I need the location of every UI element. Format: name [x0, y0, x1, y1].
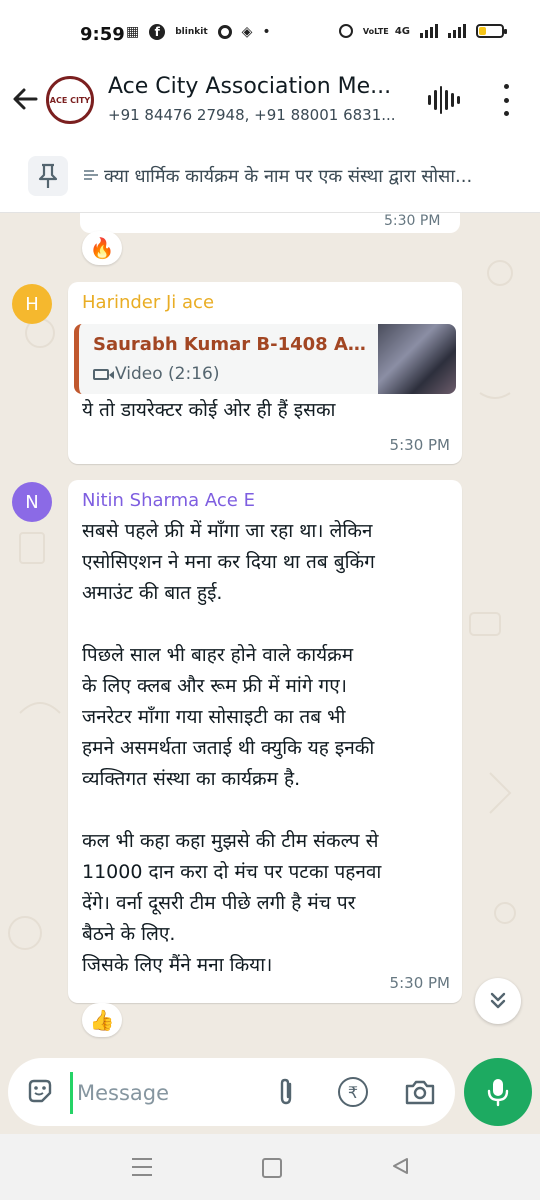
message-bubble[interactable]: Harinder Ji ace Saurabh Kumar B-1408 Agr…	[68, 282, 462, 464]
grid-app-icon: ▦	[126, 24, 140, 40]
payment-rupee-icon[interactable]: ₹	[338, 1077, 368, 1107]
group-avatar[interactable]: ACE CITY	[46, 76, 94, 124]
group-name[interactable]: Ace City Association Me...	[108, 74, 408, 99]
system-nav-bar	[0, 1134, 540, 1200]
quoted-media-type: Video (2:16)	[93, 364, 219, 384]
battery-icon	[476, 24, 507, 38]
notification-icons: ▦ f blinkit ◈ •	[126, 24, 271, 40]
ticket-icon: ◈	[241, 24, 253, 40]
reaction-thumbs-up[interactable]: 👍	[82, 1003, 122, 1037]
attach-icon[interactable]	[272, 1076, 300, 1108]
facebook-icon: f	[149, 24, 166, 40]
pinned-text[interactable]: क्या धार्मिक कार्यक्रम के नाम पर एक संस्…	[104, 164, 524, 188]
pinned-message-bar[interactable]: क्या धार्मिक कार्यक्रम के नाम पर एक संस्…	[0, 140, 540, 213]
more-options-icon[interactable]	[496, 84, 516, 116]
quoted-media-label: Video (2:16)	[115, 364, 220, 384]
message-time: 5:30 PM	[389, 974, 450, 992]
back-icon[interactable]	[390, 1156, 410, 1176]
voice-chat-icon[interactable]	[428, 86, 460, 114]
system-icons: VoLTE 4G	[338, 24, 507, 38]
text-lines-icon	[84, 170, 98, 182]
quoted-author: Saurabh Kumar B-1408 Agr...	[93, 334, 373, 355]
quoted-message[interactable]: Saurabh Kumar B-1408 Agr... Video (2:16)	[74, 324, 456, 394]
message-time: 5:30 PM	[389, 436, 450, 454]
chat-header: ACE CITY Ace City Association Me... +91 …	[0, 70, 540, 141]
signal-icon-2	[448, 24, 466, 38]
sender-avatar[interactable]: H	[12, 284, 52, 324]
sender-name[interactable]: Nitin Sharma Ace E	[82, 490, 255, 511]
back-arrow-icon[interactable]	[10, 84, 40, 121]
message-composer: ₹	[8, 1058, 455, 1126]
voice-record-button[interactable]	[464, 1058, 532, 1126]
chat-area[interactable]: 5:30 PM 🔥 H Harinder Ji ace Saurabh Kuma…	[0, 213, 540, 1055]
home-icon[interactable]	[262, 1158, 282, 1178]
camera-icon[interactable]	[404, 1078, 436, 1106]
message-text: ये तो डायरेक्टर कोई ओर ही हैं इसका	[82, 399, 336, 421]
status-time: 9:59	[80, 24, 125, 45]
network-label: 4G	[394, 25, 410, 37]
message-time: 5:30 PM	[384, 213, 441, 229]
sender-name[interactable]: Harinder Ji ace	[82, 292, 214, 313]
sticker-emoji-icon[interactable]	[26, 1077, 54, 1105]
dot-icon: •	[262, 24, 271, 40]
message-bubble[interactable]: Nitin Sharma Ace E सबसे पहले फ्री में मा…	[68, 480, 462, 1003]
group-members[interactable]: +91 84476 27948, +91 88001 6831...	[108, 106, 408, 124]
signal-icon	[420, 24, 438, 38]
alarm-icon	[338, 24, 353, 38]
battery-level	[479, 27, 487, 35]
status-bar: 9:59 ▦ f blinkit ◈ • VoLTE 4G	[0, 0, 540, 70]
reaction-fire[interactable]: 🔥	[82, 231, 122, 265]
blinkit-icon: blinkit	[175, 27, 208, 37]
message-text: सबसे पहले फ्री में माँगा जा रहा था। लेकि…	[82, 520, 382, 976]
microphone-icon	[487, 1079, 509, 1107]
scroll-to-bottom-icon[interactable]	[475, 978, 521, 1024]
sender-avatar[interactable]: N	[12, 482, 52, 522]
pin-icon[interactable]	[28, 156, 68, 196]
chrome-icon	[217, 25, 232, 39]
video-thumbnail	[378, 324, 456, 394]
message-input[interactable]	[70, 1072, 269, 1114]
video-icon	[93, 368, 109, 380]
recent-apps-icon[interactable]	[132, 1158, 152, 1176]
volte-icon: VoLTE	[362, 26, 389, 36]
